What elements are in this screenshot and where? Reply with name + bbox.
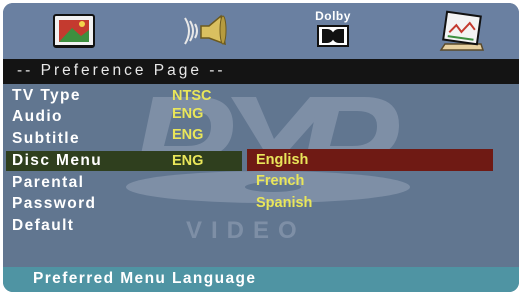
disc-menu-value: ENG: [172, 153, 204, 169]
status-bar: Preferred Menu Language: [3, 267, 519, 292]
menu-item-parental[interactable]: Parental: [12, 173, 84, 193]
menu-item-default[interactable]: Default: [12, 216, 74, 236]
dolby-icon[interactable]: Dolby: [307, 9, 359, 52]
setup-menu-panel: Dolby -- Preference Page -- VIDEO TV Typ…: [3, 3, 519, 292]
preference-board-icon[interactable]: [435, 10, 487, 52]
screen: Dolby -- Preference Page -- VIDEO TV Typ…: [0, 0, 522, 295]
menu-item-tv-type[interactable]: TV Type: [12, 86, 81, 106]
subtitle-value: ENG: [172, 127, 204, 143]
menu-item-subtitle[interactable]: Subtitle: [12, 129, 80, 149]
submenu-option-french[interactable]: French: [256, 171, 304, 191]
submenu-option-english[interactable]: English: [256, 150, 308, 170]
dolby-label: Dolby: [315, 9, 351, 23]
submenu-option-spanish[interactable]: Spanish: [256, 193, 312, 213]
status-description: Preferred Menu Language: [33, 270, 257, 287]
menu-item-disc-menu[interactable]: Disc Menu: [12, 151, 102, 171]
speaker-audio-icon[interactable]: [181, 10, 233, 52]
menu-item-audio[interactable]: Audio: [12, 107, 63, 127]
watermark-label: VIDEO: [186, 217, 306, 244]
general-setup-icon[interactable]: [48, 10, 100, 52]
category-toolbar: Dolby: [3, 3, 519, 59]
tv-type-value: NTSC: [172, 88, 212, 104]
page-title: -- Preference Page --: [17, 62, 226, 79]
audio-value: ENG: [172, 106, 204, 122]
menu-item-password[interactable]: Password: [12, 194, 96, 214]
